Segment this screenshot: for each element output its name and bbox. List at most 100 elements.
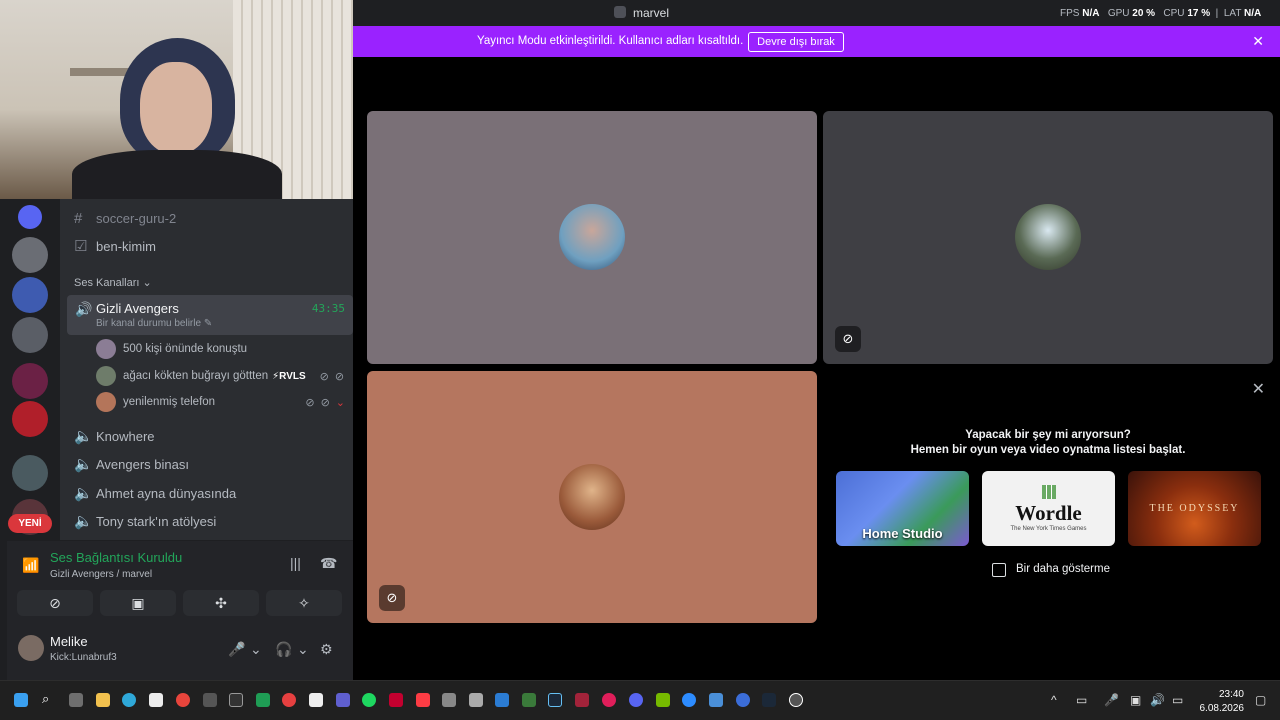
avatar[interactable]: [18, 635, 44, 661]
app-icon[interactable]: [709, 693, 723, 707]
obs-icon[interactable]: [789, 693, 803, 707]
discord-icon[interactable]: [629, 693, 643, 707]
soundboard-button[interactable]: ✧: [266, 590, 342, 616]
dont-show-again-checkbox[interactable]: [992, 563, 1006, 577]
store-icon[interactable]: [149, 693, 163, 707]
dont-show-again-label[interactable]: Bir daha gösterme: [1016, 563, 1110, 575]
voice-member[interactable]: ağacı kökten buğrayı göttten ⚡RVLS ⊘ ⊘: [96, 365, 345, 387]
screen-share-icon: ▣: [131, 594, 145, 611]
activities-icon: ✣: [215, 594, 227, 611]
voice-channel[interactable]: 🔈 Knowhere: [74, 424, 345, 448]
participant-tile[interactable]: [367, 111, 817, 364]
network-icon[interactable]: ▣: [1130, 693, 1141, 707]
battery-icon[interactable]: ▭: [1172, 693, 1183, 707]
app-icon[interactable]: [602, 693, 616, 707]
activities-button[interactable]: ✣: [183, 590, 259, 616]
window-title: marvel: [633, 6, 670, 20]
voice-channel[interactable]: 🔈 Ahmet ayna dünyasında: [74, 481, 345, 505]
activity-card-home-studio[interactable]: Home Studio: [836, 471, 969, 546]
new-badge[interactable]: YENİ: [8, 514, 52, 533]
text-channel[interactable]: ☑ ben-kimim: [74, 234, 345, 258]
gear-icon[interactable]: ⚙: [320, 641, 333, 658]
mute-icon: ⊘: [305, 396, 315, 409]
app-icon[interactable]: [575, 693, 589, 707]
server-icon[interactable]: [12, 277, 48, 313]
disconnect-icon[interactable]: ☎: [320, 555, 337, 572]
netflix-icon[interactable]: [389, 693, 403, 707]
participant-tile[interactable]: ⊘: [367, 371, 817, 623]
file-explorer-icon[interactable]: [96, 693, 110, 707]
voice-section-title[interactable]: Ses Kanalları ⌄: [74, 276, 152, 289]
participant-tile[interactable]: ⊘: [823, 111, 1273, 364]
voice-channel[interactable]: 🔈 Tony stark'ın atölyesi: [74, 509, 345, 533]
chevron-down-icon[interactable]: ⌄: [297, 641, 309, 658]
microphone-icon[interactable]: 🎤: [1104, 693, 1119, 707]
server-icon[interactable]: [12, 317, 48, 353]
music-icon[interactable]: [416, 693, 430, 707]
dm-icon[interactable]: [18, 205, 42, 229]
user-name: Melike: [50, 634, 88, 649]
app-icon[interactable]: [442, 693, 456, 707]
disable-streamer-mode-button[interactable]: Devre dışı bırak: [748, 32, 844, 52]
channel-status-placeholder[interactable]: Bir kanal durumu belirle ✎: [96, 318, 212, 329]
active-voice-channel[interactable]: 🔊 Gizli Avengers 43:35 Bir kanal durumu …: [67, 295, 353, 335]
app-icon[interactable]: [469, 693, 483, 707]
chevron-down-icon: ⌄: [142, 277, 152, 289]
speaker-icon: 🔈: [74, 513, 93, 530]
avatar: [96, 392, 116, 412]
camera-button[interactable]: ⊘: [17, 590, 93, 616]
voice-channel[interactable]: 🔈 Avengers binası: [74, 452, 345, 476]
start-icon[interactable]: [14, 693, 28, 707]
server-folder-icon[interactable]: [12, 455, 48, 491]
clock[interactable]: 23:40 6.08.2026: [1200, 688, 1245, 716]
notion-icon[interactable]: [229, 693, 243, 707]
speaker-icon: 🔈: [74, 485, 93, 502]
server-icon[interactable]: [12, 237, 48, 273]
app-icon[interactable]: [336, 693, 350, 707]
close-icon[interactable]: ✕: [1252, 33, 1264, 50]
app-icon[interactable]: [309, 693, 323, 707]
app-icon[interactable]: [736, 693, 750, 707]
activity-question: Yapacak bir şey mi arıyorsun?: [965, 429, 1131, 441]
search-icon[interactable]: ⌕: [42, 691, 56, 706]
headphones-icon[interactable]: 🎧: [275, 641, 292, 658]
voice-channel-name: Gizli Avengers: [96, 301, 179, 316]
voice-member[interactable]: yenilenmiş telefon ⊘ ⊘ ⌄: [96, 391, 345, 413]
notification-icon[interactable]: ▢: [1255, 693, 1266, 707]
cast-icon[interactable]: ▭: [1076, 693, 1087, 707]
app-icon[interactable]: [522, 693, 536, 707]
word-icon[interactable]: [495, 693, 509, 707]
channel-name: soccer-guru-2: [96, 210, 177, 226]
activity-card-wordle[interactable]: Wordle The New York Times Games: [982, 471, 1115, 546]
spotify-icon[interactable]: [362, 693, 376, 707]
signal-icon[interactable]: 📶: [22, 557, 39, 574]
server-icon[interactable]: [12, 363, 48, 399]
text-channel[interactable]: # soccer-guru-2: [74, 206, 345, 230]
steam-icon[interactable]: [762, 693, 776, 707]
channel-name: Knowhere: [96, 428, 155, 444]
activity-card-odyssey[interactable]: THE ODYSSEY: [1128, 471, 1261, 546]
microphone-icon[interactable]: 🎤: [228, 641, 245, 658]
server-icon[interactable]: [12, 401, 48, 437]
channel-name: Ahmet ayna dünyasında: [96, 485, 237, 501]
steam-icon[interactable]: [548, 693, 562, 707]
chevron-up-icon[interactable]: ^: [1051, 693, 1057, 707]
chrome-icon[interactable]: [176, 693, 190, 707]
edge-icon[interactable]: [122, 693, 136, 707]
close-icon[interactable]: ✕: [1252, 379, 1265, 399]
chevron-down-icon[interactable]: ⌄: [250, 641, 262, 658]
voice-member[interactable]: 500 kişi önünde konuştu: [96, 338, 345, 360]
task-view-icon[interactable]: [69, 693, 83, 707]
avatar: [1015, 204, 1081, 270]
screen-share-button[interactable]: ▣: [100, 590, 176, 616]
camera-off-icon: ⊘: [334, 370, 345, 383]
voice-connected-title[interactable]: Ses Bağlantısı Kuruldu: [50, 550, 182, 565]
noise-suppression-icon[interactable]: |||: [290, 555, 301, 571]
zoom-icon[interactable]: [682, 693, 696, 707]
hash-icon: #: [74, 209, 83, 227]
app-icon[interactable]: [203, 693, 217, 707]
excel-icon[interactable]: [256, 693, 270, 707]
volume-icon[interactable]: 🔊: [1150, 693, 1165, 707]
app-icon[interactable]: [282, 693, 296, 707]
nvidia-icon[interactable]: [656, 693, 670, 707]
